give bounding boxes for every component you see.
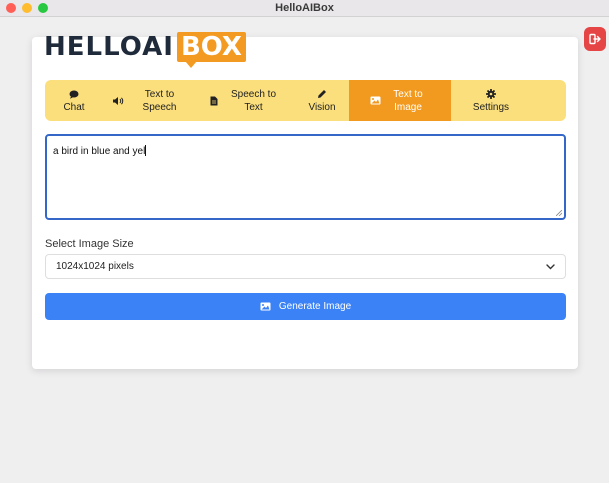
file-icon [210,94,218,107]
logout-icon [589,33,601,45]
logout-button[interactable] [584,27,606,51]
app-logo: HELLOAI BOX [44,30,246,68]
image-size-label: Select Image Size [45,238,134,250]
text-caret [145,145,147,156]
image-icon [260,302,271,311]
volume-icon [112,94,124,107]
logo-text-box: BOX [176,32,246,68]
image-size-selected: 1024x1024 pixels [56,261,134,272]
pencil-icon [317,88,327,101]
comment-icon [69,88,79,101]
prompt-textarea[interactable]: a bird in blue and yel [45,134,566,220]
tab-text-to-image-label: Text to Image [393,88,423,113]
tab-chat-label: Chat [63,101,85,113]
tab-settings-label: Settings [472,101,510,113]
tab-vision[interactable]: Vision [295,80,349,121]
tab-chat[interactable]: Chat [45,80,103,121]
gear-icon [486,88,496,101]
chevron-down-icon [546,263,555,269]
generate-image-label: Generate Image [278,301,352,312]
title-bar: HelloAIBox [0,0,609,17]
prompt-text: a bird in blue and yel [53,146,146,157]
tab-speech-to-text[interactable]: Speech to Text [199,80,295,121]
tab-text-to-speech-label: Text to Speech [142,88,177,113]
resize-handle-icon[interactable] [556,210,562,216]
tab-text-to-speech[interactable]: Text to Speech [103,80,199,121]
tab-settings[interactable]: Settings [451,80,531,121]
logo-text-hello: HELLOAI [44,32,174,62]
image-icon [370,94,381,107]
window-title: HelloAIBox [275,2,334,14]
tab-text-to-image[interactable]: Text to Image [349,80,451,121]
tab-bar: Chat Text to Speech Speech to Text Visio… [45,80,566,121]
generate-image-button[interactable]: Generate Image [45,293,566,320]
tab-speech-to-text-label: Speech to Text [230,88,277,113]
tab-vision-label: Vision [308,101,336,113]
image-size-select[interactable]: 1024x1024 pixels [45,254,566,279]
